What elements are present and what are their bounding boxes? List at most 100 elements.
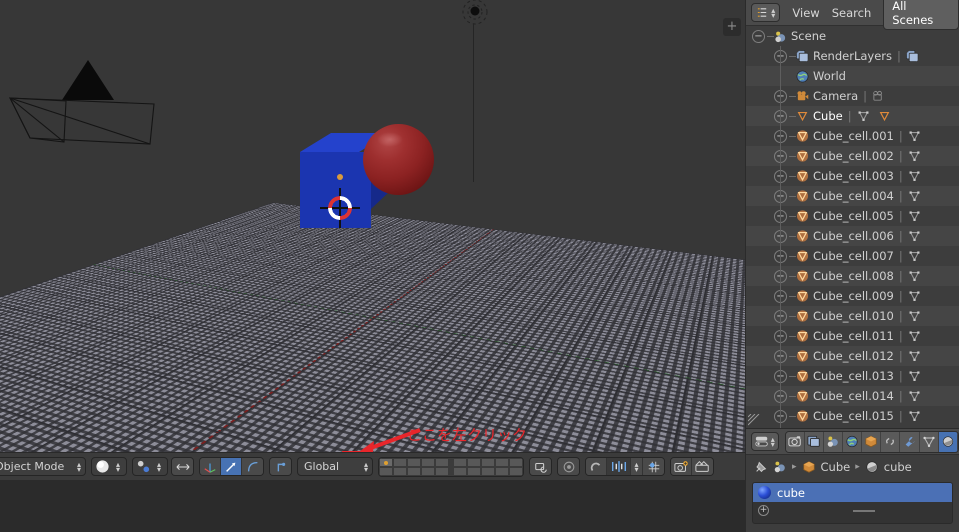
outliner-item-label[interactable]: Cube_cell.004 <box>813 189 894 203</box>
layer-cell-17[interactable] <box>467 466 481 476</box>
layer-cell-12[interactable] <box>393 466 407 476</box>
outliner-row[interactable]: +Cube| <box>746 106 959 126</box>
layer-cell-1[interactable] <box>379 457 393 467</box>
outliner-tree[interactable]: +RenderLayers|World+Camera|+Cube|+Cube_c… <box>746 46 959 426</box>
layer-block-top[interactable] <box>379 457 449 476</box>
pivot-point-dropdown[interactable]: ▴ ▾ <box>132 457 168 476</box>
mesh-data-icon[interactable] <box>908 390 921 402</box>
outliner-item-label[interactable]: Cube_cell.002 <box>813 149 894 163</box>
plus-icon[interactable]: + <box>758 505 769 516</box>
mesh-data-icon[interactable] <box>908 330 921 342</box>
lock-camera-button[interactable] <box>529 457 552 476</box>
breadcrumb-object-label[interactable]: Cube <box>821 460 851 474</box>
outliner-item-label[interactable]: Cube_cell.009 <box>813 289 894 303</box>
outliner-item-label[interactable]: Cube_cell.013 <box>813 369 894 383</box>
viewport-header[interactable]: Object Mode ▴ ▾ ▴ ▾ ▴ ▾ Global ▴ ▾ ▴ ▾ <box>0 452 745 480</box>
manipulator-visibility-button[interactable] <box>172 458 193 475</box>
outliner-row[interactable]: +Cube_cell.006| <box>746 226 959 246</box>
outliner-editor[interactable]: ▴▾ View Search All Scenes − Scene +Rende… <box>746 0 959 428</box>
layer-cell-13[interactable] <box>407 466 421 476</box>
mesh-data-icon[interactable] <box>908 370 921 382</box>
camera-object[interactable] <box>2 38 172 148</box>
data-tab[interactable] <box>919 431 939 452</box>
outliner-row[interactable]: +Cube_cell.005| <box>746 206 959 226</box>
breadcrumb[interactable]: ▸ Cube ▸ cube <box>746 455 959 479</box>
material-sphere-icon[interactable] <box>865 460 879 474</box>
outliner-menu-view[interactable]: View <box>792 6 819 20</box>
snap-element-group[interactable] <box>269 457 292 476</box>
object-tab[interactable] <box>862 431 882 452</box>
layer-cell-3[interactable] <box>407 457 421 467</box>
render-layers-tab[interactable] <box>804 431 824 452</box>
outliner-row[interactable]: +Cube_cell.014| <box>746 386 959 406</box>
outliner-menu-search[interactable]: Search <box>832 6 872 20</box>
layer-cell-8[interactable] <box>481 457 495 467</box>
outliner-item-label[interactable]: Cube_cell.005 <box>813 209 894 223</box>
rotate-manipulator-icon[interactable] <box>221 458 242 475</box>
properties-editor[interactable]: ▴ ▾ ▸ Cube ▸ cube cube + <box>746 429 959 532</box>
scale-manipulator-icon[interactable] <box>242 458 263 475</box>
layer-cell-2[interactable] <box>393 457 407 467</box>
transform-orientation-dropdown[interactable]: Global ▴ ▾ <box>297 457 373 476</box>
outliner-row[interactable]: +Cube_cell.008| <box>746 266 959 286</box>
material-tab[interactable] <box>938 431 958 452</box>
mesh-data-icon[interactable] <box>908 150 921 162</box>
snap-element-icon[interactable] <box>270 458 291 475</box>
layer-cell-10[interactable] <box>509 457 523 467</box>
outliner-item-label[interactable]: Camera <box>813 89 858 103</box>
layer-cell-15[interactable] <box>435 466 449 476</box>
outliner-item-label[interactable]: Cube_cell.007 <box>813 249 894 263</box>
snap-magnet-group[interactable]: ▴ ▾ <box>585 457 665 476</box>
outliner-item-label[interactable]: Cube_cell.010 <box>813 309 894 323</box>
proportional-edit-icon[interactable] <box>558 458 579 475</box>
properties-tab-bar[interactable] <box>784 430 959 453</box>
layer-cell-4[interactable] <box>421 457 435 467</box>
render-tab[interactable] <box>785 431 805 452</box>
snap-target-icon[interactable] <box>643 458 664 475</box>
outliner-item-label[interactable]: Cube_cell.008 <box>813 269 894 283</box>
scene-icon[interactable] <box>773 460 787 474</box>
manipulator-toggle-group[interactable] <box>171 457 194 476</box>
scene-tab[interactable] <box>823 431 844 452</box>
outliner-row[interactable]: +Cube_cell.004| <box>746 186 959 206</box>
layer-cell-9[interactable] <box>495 457 509 467</box>
outliner-item-label[interactable]: World <box>813 69 846 83</box>
layer-cell-11[interactable] <box>379 466 393 476</box>
snap-magnet-icon[interactable] <box>586 458 607 475</box>
render-image-icon[interactable] <box>671 458 692 475</box>
mesh-data-icon[interactable] <box>908 290 921 302</box>
outliner-row[interactable]: +Cube_cell.011| <box>746 326 959 346</box>
outliner-row-scene[interactable]: − Scene <box>746 26 959 46</box>
layer-cell-20[interactable] <box>509 466 523 476</box>
outliner-row[interactable]: +Cube_cell.002| <box>746 146 959 166</box>
object-cube-icon[interactable] <box>802 460 816 474</box>
material-slot-row[interactable]: cube <box>753 483 952 502</box>
mesh-data-icon[interactable] <box>908 310 921 322</box>
outliner-item-label[interactable]: Cube_cell.014 <box>813 389 894 403</box>
breadcrumb-material-label[interactable]: cube <box>884 460 912 474</box>
proportional-edit-button[interactable] <box>557 457 580 476</box>
mesh-data-icon[interactable] <box>908 410 921 422</box>
outliner-item-label[interactable]: Cube <box>813 109 843 123</box>
mesh-data-icon[interactable] <box>908 210 921 222</box>
layer-cell-7[interactable] <box>467 457 481 467</box>
outliner-item-label[interactable]: Cube_cell.012 <box>813 349 894 363</box>
outliner-item-label[interactable]: Cube_cell.003 <box>813 169 894 183</box>
world-tab[interactable] <box>843 431 863 452</box>
mesh-data-icon[interactable] <box>908 130 921 142</box>
layer-cell-16[interactable] <box>453 466 467 476</box>
render-animation-icon[interactable] <box>692 458 713 475</box>
3d-viewport[interactable]: + ここを左クリック <box>0 0 745 452</box>
outliner-row[interactable]: +RenderLayers| <box>746 46 959 66</box>
outliner-item-label[interactable]: Cube_cell.011 <box>813 329 894 343</box>
properties-editor-icon[interactable]: ▴ ▾ <box>751 432 779 451</box>
lamp-object[interactable] <box>455 0 495 38</box>
mesh-data-icon[interactable] <box>908 170 921 182</box>
translate-manipulator-icon[interactable] <box>200 458 221 475</box>
layer-cell-5[interactable] <box>435 457 449 467</box>
layer-cell-6[interactable] <box>453 457 467 467</box>
outliner-row[interactable]: +Cube_cell.015| <box>746 406 959 426</box>
shading-mode-dropdown[interactable]: ▴ ▾ <box>91 457 127 476</box>
material-slot-add-row[interactable]: + <box>753 502 952 519</box>
camera-lock-icon[interactable] <box>530 458 551 475</box>
